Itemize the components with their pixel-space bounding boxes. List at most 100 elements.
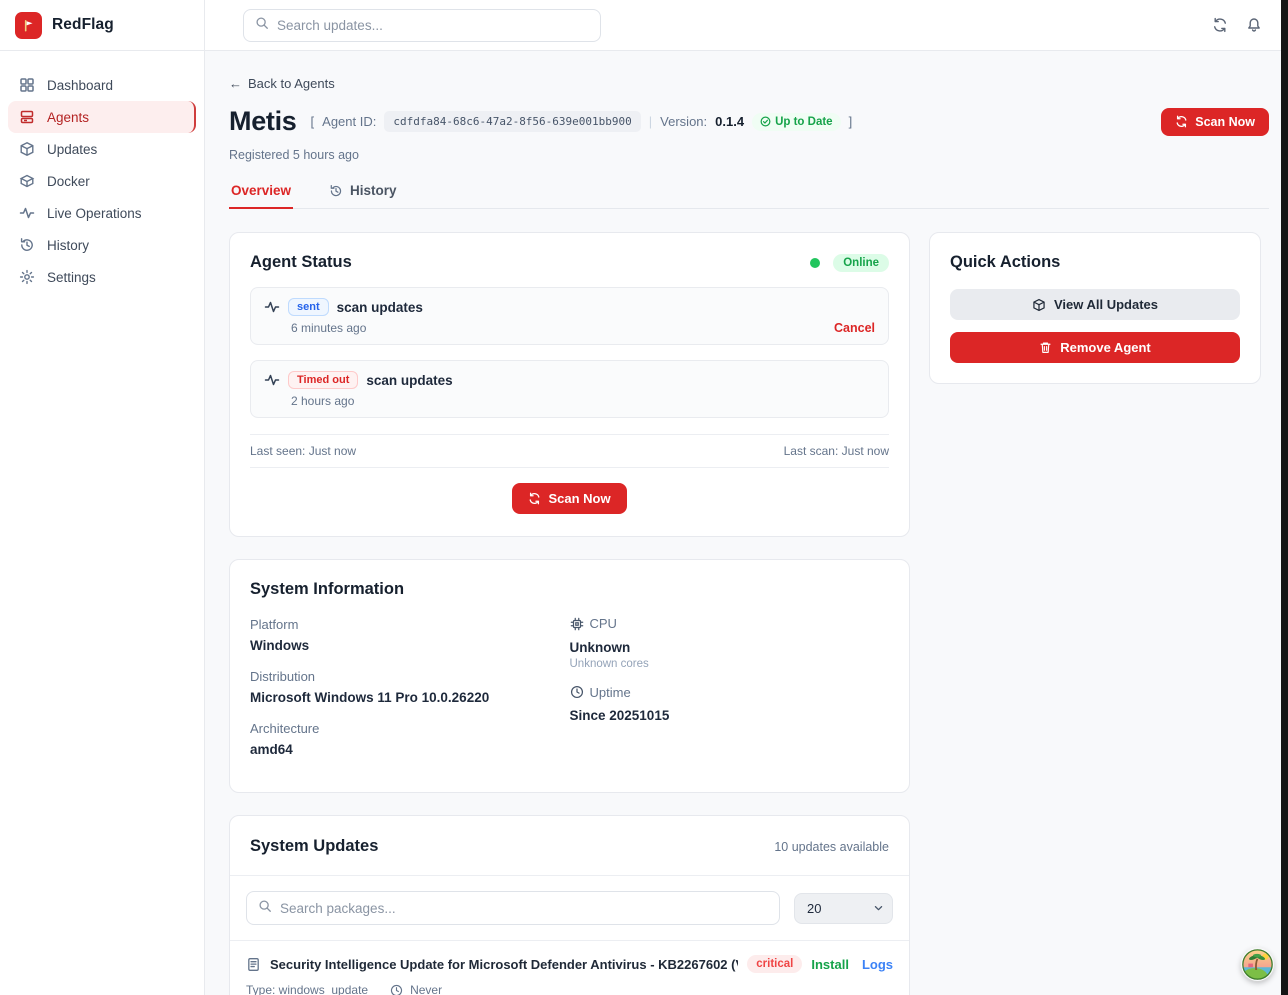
scan-now-button-header[interactable]: Scan Now (1161, 108, 1269, 136)
logs-link[interactable]: Logs (862, 957, 893, 972)
cpu-icon (570, 617, 584, 631)
activity-action: scan updates (337, 300, 423, 315)
tab-overview[interactable]: Overview (229, 183, 293, 208)
package-search[interactable] (246, 891, 780, 925)
gear-icon (19, 269, 35, 285)
sidebar-item-docker[interactable]: Docker (8, 165, 196, 197)
registered-text: Registered 5 hours ago (229, 148, 1269, 162)
clock-icon (570, 685, 584, 699)
online-dot-icon (810, 258, 820, 268)
page-size-select[interactable]: 20 (794, 893, 893, 924)
updates-toolbar: 20 (230, 875, 909, 940)
bracket-open: [ (311, 114, 315, 129)
activity-meta: 2 hours ago (264, 394, 875, 408)
system-updates-title: System Updates (250, 837, 378, 856)
sidebar-item-dashboard[interactable]: Dashboard (8, 69, 196, 101)
agent-status-title: Agent Status (250, 253, 352, 272)
update-type: Type: windows_update (246, 983, 368, 995)
view-all-updates-button[interactable]: View All Updates (950, 289, 1240, 320)
sidebar-item-live-operations[interactable]: Live Operations (8, 197, 196, 229)
system-info-right: CPU Unknown Unknown cores (570, 616, 890, 772)
refresh-icon[interactable] (1212, 17, 1228, 33)
search-icon (258, 899, 272, 918)
quick-actions-card: Quick Actions View All Updates (929, 232, 1261, 384)
up-to-date-label: Up to Date (775, 116, 833, 128)
uptime-label-row: Uptime (570, 685, 631, 700)
last-scan-text: Last scan: Just now (784, 444, 889, 458)
cpu-field: CPU Unknown Unknown cores (570, 616, 890, 670)
activity-item: sent scan updates 6 minutes ago Cancel (250, 287, 889, 345)
status-chip-sent: sent (288, 298, 329, 316)
quick-actions-title: Quick Actions (950, 253, 1240, 272)
brand-name: RedFlag (52, 16, 114, 34)
content-grid: Agent Status Online (229, 232, 1269, 995)
agents-server-icon (19, 109, 35, 125)
topbar (205, 0, 1288, 51)
status-chip-timed-out: Timed out (288, 371, 358, 389)
scan-area: Scan Now (250, 467, 889, 516)
global-search[interactable] (243, 9, 601, 42)
install-link[interactable]: Install (811, 957, 849, 972)
package-icon (19, 141, 35, 157)
activity-meta: 6 minutes ago Cancel (264, 321, 875, 335)
remove-agent-button[interactable]: Remove Agent (950, 332, 1240, 363)
uptime-label: Uptime (590, 685, 631, 700)
system-info-card: System Information Platform Windows Dist… (229, 559, 910, 793)
version-value: 0.1.4 (715, 114, 744, 129)
dashboard-grid-icon (19, 77, 35, 93)
last-seen-text: Last seen: Just now (250, 444, 356, 458)
right-column: Quick Actions View All Updates (929, 232, 1261, 384)
sidebar-item-history[interactable]: History (8, 229, 196, 261)
back-to-agents-link[interactable]: ← Back to Agents (229, 76, 335, 91)
notifications-bell-icon[interactable] (1246, 17, 1262, 33)
architecture-field: Architecture amd64 (250, 720, 570, 757)
right-edge-scrollbar[interactable] (1281, 0, 1288, 995)
agent-status-card: Agent Status Online (229, 232, 910, 537)
scan-now-button-card[interactable]: Scan Now (512, 483, 626, 514)
remove-agent-label: Remove Agent (1060, 340, 1151, 355)
package-icon (1032, 298, 1046, 312)
package-search-input[interactable] (280, 901, 768, 916)
sidebar-item-agents[interactable]: Agents (8, 101, 196, 133)
online-badge: Online (833, 254, 889, 272)
online-status: Online (810, 254, 889, 272)
distribution-value: Microsoft Windows 11 Pro 10.0.26220 (250, 690, 570, 705)
system-info-title: System Information (250, 580, 889, 599)
global-search-input[interactable] (277, 18, 589, 33)
cpu-value: Unknown (570, 640, 890, 655)
island-extension-badge[interactable] (1241, 948, 1274, 981)
check-circle-icon (760, 116, 771, 127)
activity-item: Timed out scan updates 2 hours ago (250, 360, 889, 418)
update-last-run: Never (410, 983, 442, 995)
left-column: Agent Status Online (229, 232, 910, 995)
update-title-row: Security Intelligence Update for Microso… (246, 955, 893, 973)
system-info-grid: Platform Windows Distribution Microsoft … (250, 616, 889, 772)
cancel-link[interactable]: Cancel (834, 321, 875, 335)
page-title: Metis (229, 106, 297, 137)
brand-header: RedFlag (0, 0, 204, 51)
updates-available-count: 10 updates available (774, 840, 889, 854)
app-window: RedFlag Dashboard (0, 0, 1288, 995)
cpu-cores: Unknown cores (570, 658, 890, 670)
update-title: Security Intelligence Update for Microso… (270, 957, 738, 972)
update-row: Security Intelligence Update for Microso… (230, 940, 909, 995)
tab-history[interactable]: History (327, 183, 399, 208)
trash-icon (1039, 341, 1052, 354)
sidebar-item-settings[interactable]: Settings (8, 261, 196, 293)
page-content: ← Back to Agents Metis [ Agent ID: cdfdf… (205, 51, 1288, 995)
activity-pulse-icon (19, 205, 35, 221)
scan-refresh-icon (528, 492, 541, 505)
tab-overview-label: Overview (231, 183, 291, 198)
agent-status-header: Agent Status Online (250, 253, 889, 272)
activity-action: scan updates (366, 373, 452, 388)
sidebar-item-label: Dashboard (47, 78, 113, 93)
sidebar-item-label: Live Operations (47, 206, 142, 221)
activity-time: 2 hours ago (291, 394, 354, 408)
scan-now-label: Scan Now (1195, 115, 1255, 129)
status-footer: Last seen: Just now Last scan: Just now (250, 434, 889, 467)
sidebar-item-updates[interactable]: Updates (8, 133, 196, 165)
architecture-value: amd64 (250, 742, 570, 757)
sidebar-item-label: History (47, 238, 89, 253)
history-clock-icon (19, 237, 35, 253)
sidebar-item-label: Settings (47, 270, 96, 285)
